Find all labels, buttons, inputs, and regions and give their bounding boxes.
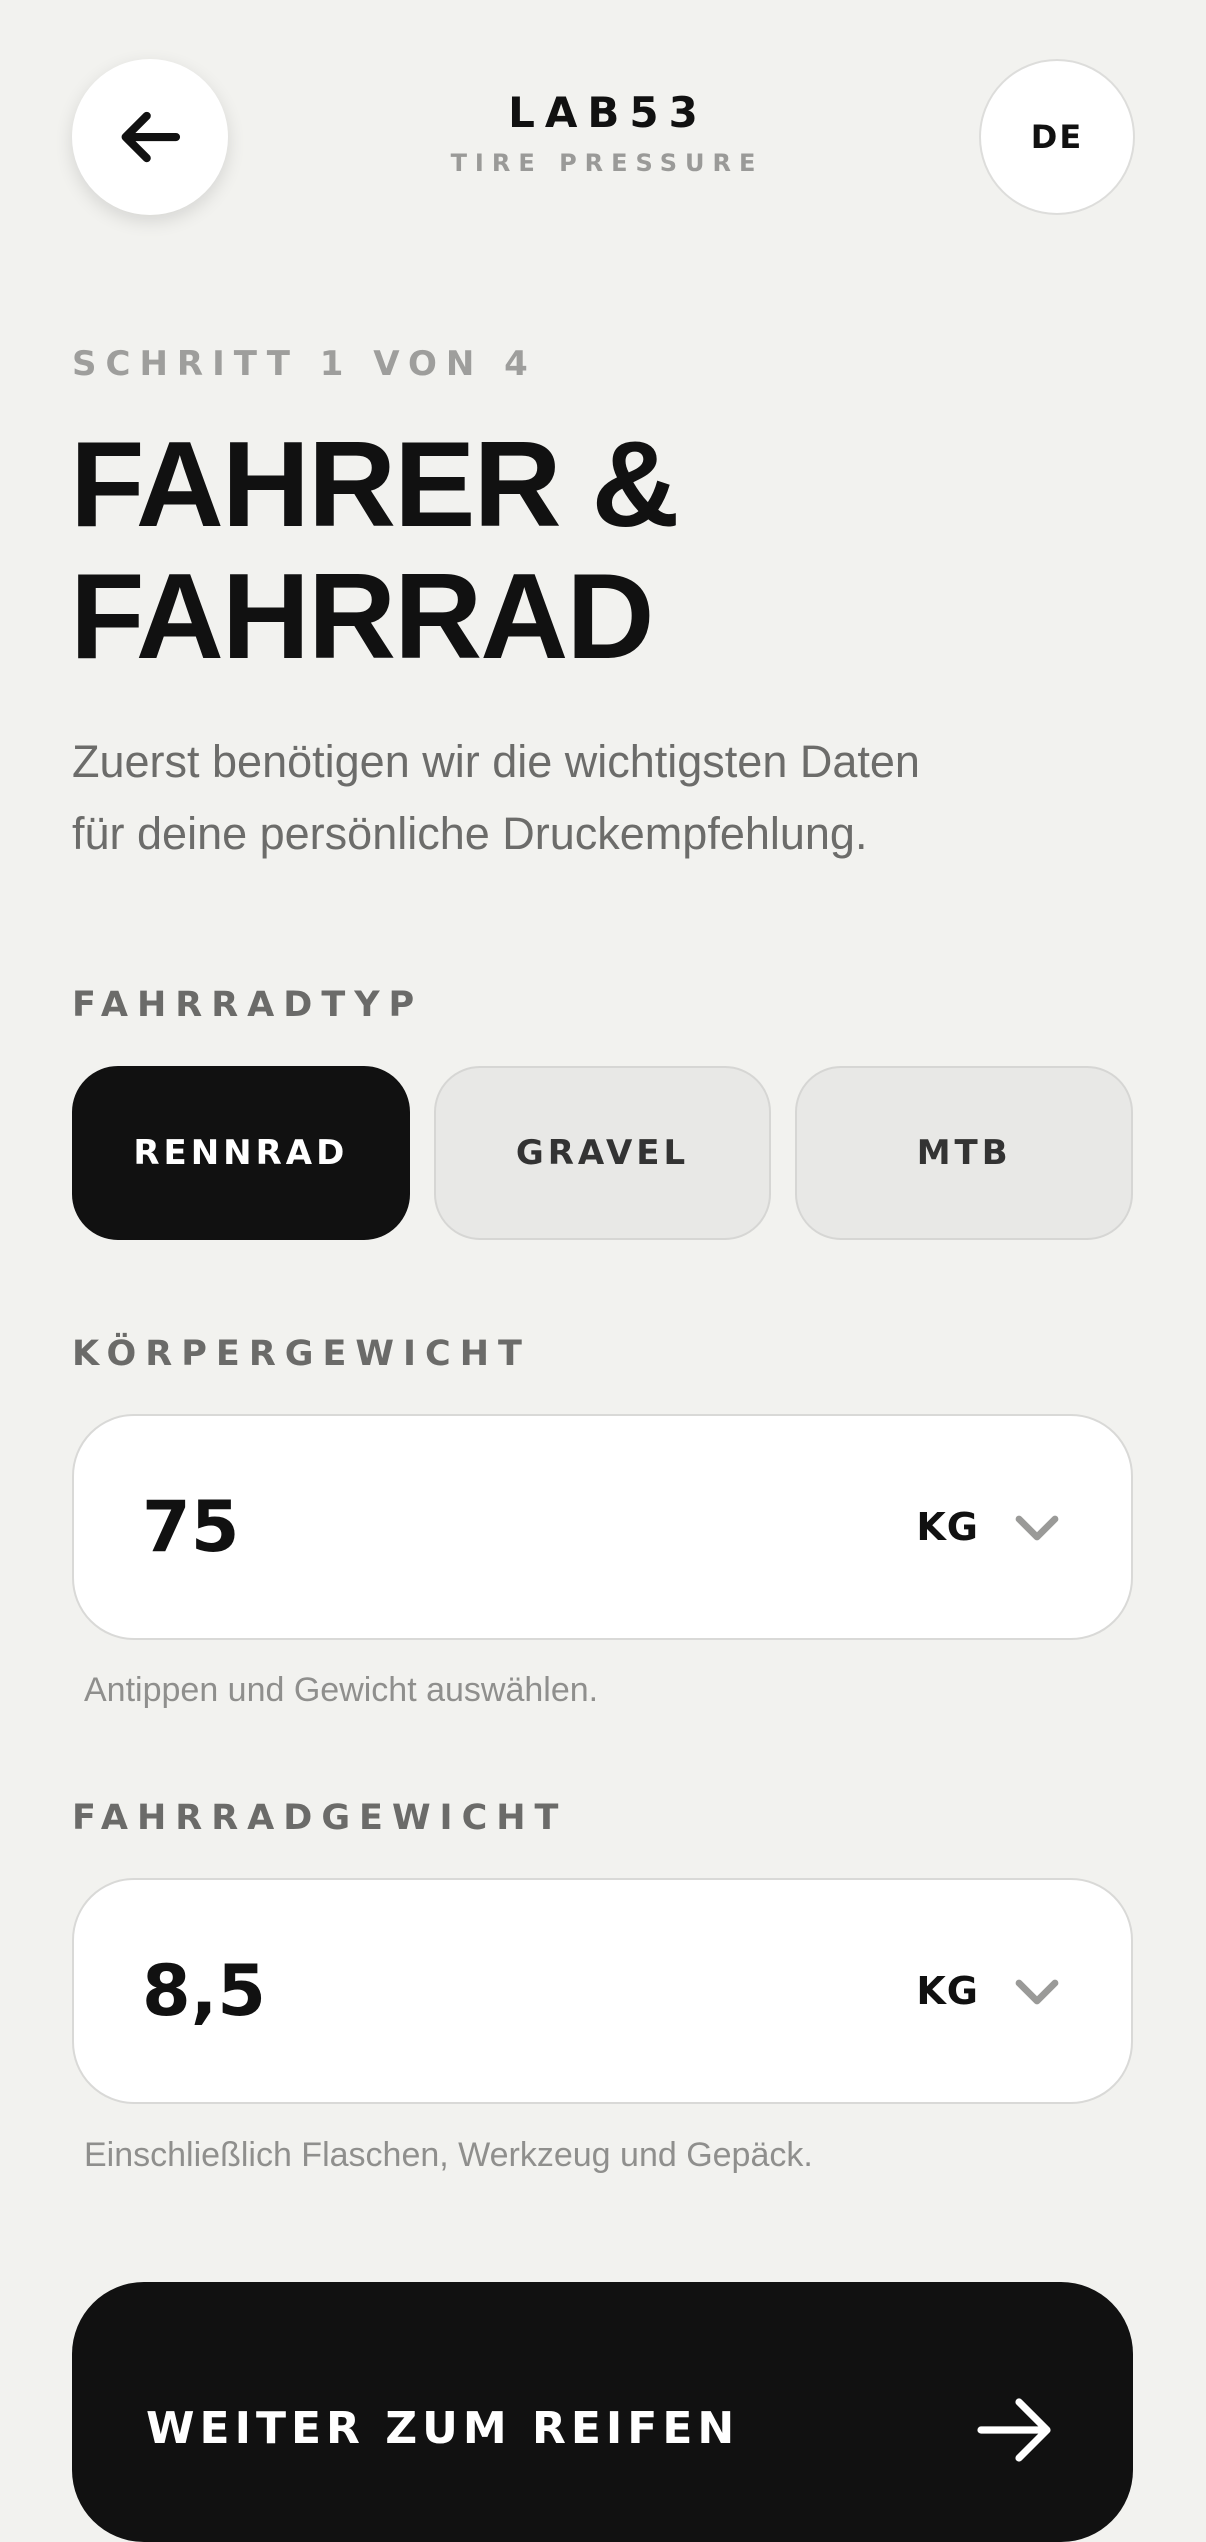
bike-weight-field[interactable]: 8,5 KG [72,1878,1133,2104]
app-screen: LAB53 TIRE PRESSURE DE SCHRITT 1 VON 4 F… [0,0,1206,2542]
intro-text: Zuerst benötigen wir die wichtigsten Dat… [72,726,1072,870]
bike-type-option-gravel[interactable]: GRAVEL [433,1066,772,1240]
arrow-right-icon [977,2398,1051,2462]
continue-button-label: WEITER ZUM REIFEN [146,2403,740,2454]
body-weight-field[interactable]: 75 KG [72,1414,1133,1640]
body-weight-label: KÖRPERGEWICHT [72,1334,531,1374]
bike-weight-hint: Einschließlich Flaschen, Werkzeug und Ge… [84,2136,813,2174]
body-weight-hint: Antippen und Gewicht auswählen. [84,1671,599,1709]
page-title: FAHRER & FAHRRAD [70,416,680,684]
intro-line-2: für deine persönliche Druckempfehlung. [72,808,868,859]
bike-weight-unit: KG [916,1969,979,2013]
page-title-line-2: FAHRRAD [70,548,654,684]
page-title-line-1: FAHRER & [70,416,680,552]
bike-type-selector: RENNRAD GRAVEL MTB [72,1066,1134,1240]
body-weight-unit: KG [916,1505,979,1549]
step-indicator: SCHRITT 1 VON 4 [72,344,537,384]
bike-type-option-mtb[interactable]: MTB [795,1066,1134,1240]
chevron-down-icon [1015,1979,1059,2005]
language-button[interactable]: DE [979,59,1135,215]
bike-weight-value: 8,5 [142,1950,267,2032]
bike-type-label: FAHRRADTYP [72,985,424,1025]
bike-weight-label: FAHRRADGEWICHT [72,1798,568,1838]
body-weight-value: 75 [142,1486,240,1568]
intro-line-1: Zuerst benötigen wir die wichtigsten Dat… [72,736,920,787]
bike-type-option-rennrad[interactable]: RENNRAD [72,1066,410,1240]
chevron-down-icon [1015,1515,1059,1541]
continue-button[interactable]: WEITER ZUM REIFEN [72,2282,1133,2542]
